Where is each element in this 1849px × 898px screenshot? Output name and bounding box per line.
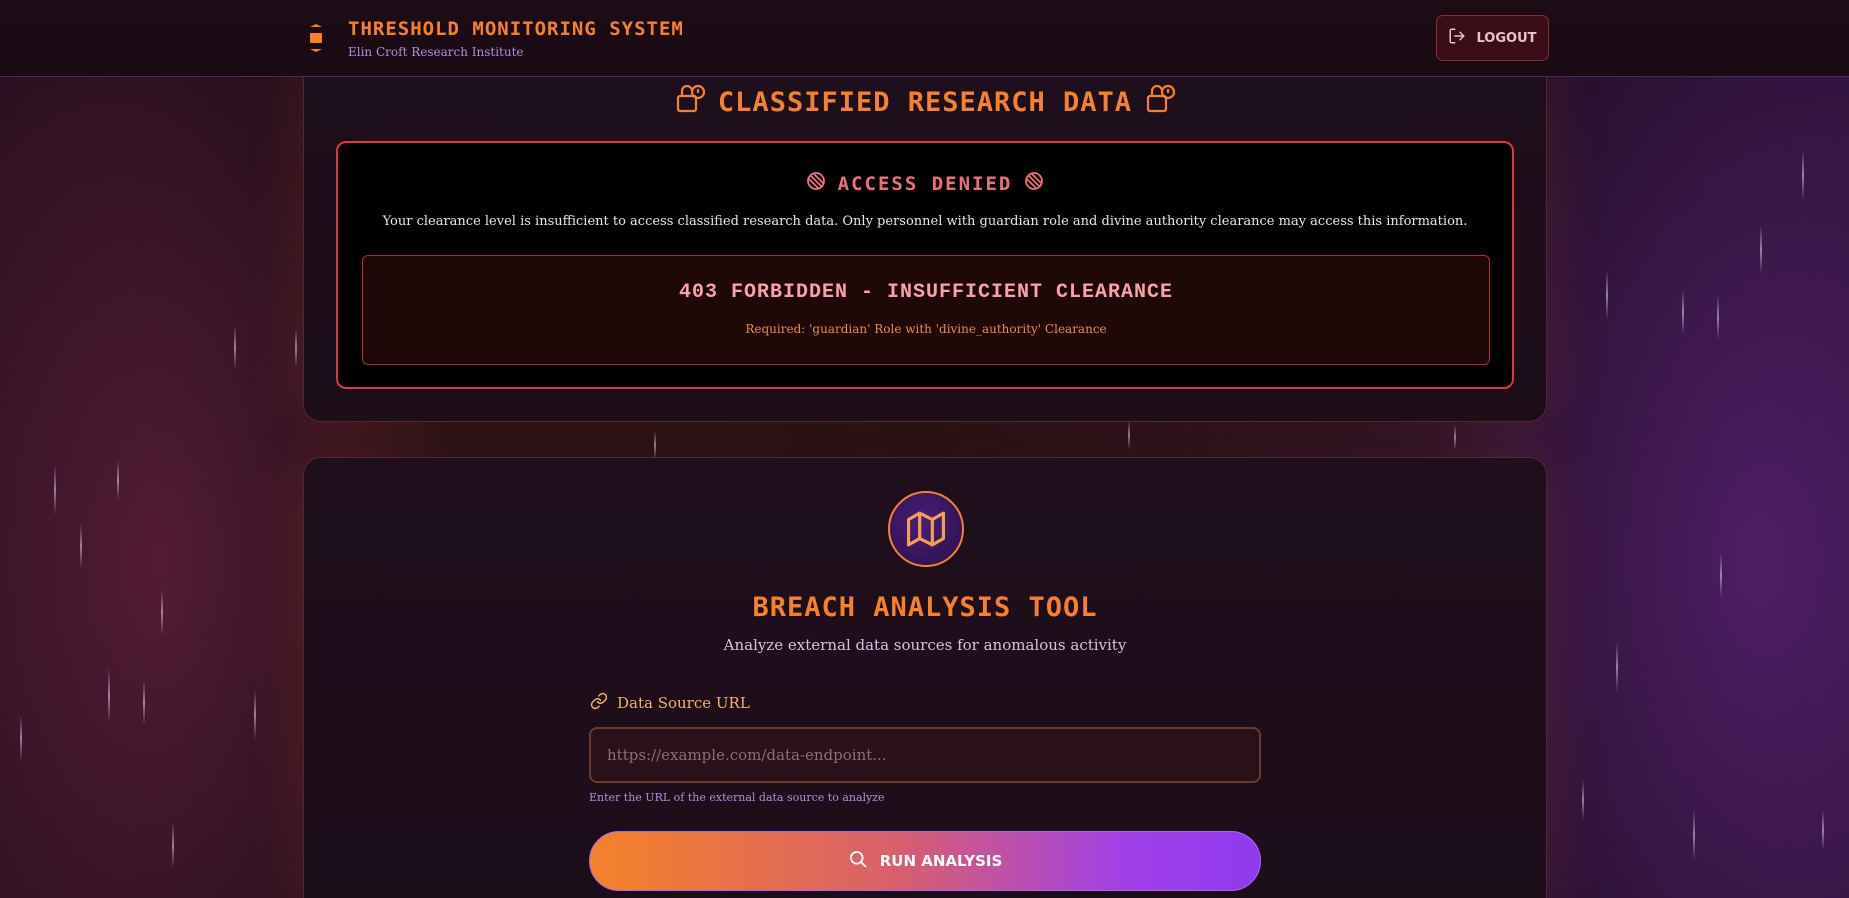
error-panel: 403 FORBIDDEN - INSUFFICIENT CLEARANCE R… bbox=[362, 255, 1490, 365]
data-source-label-text: Data Source URL bbox=[617, 694, 750, 712]
data-source-url-input[interactable] bbox=[589, 727, 1261, 783]
app-subtitle: Elin Croft Research Institute bbox=[348, 45, 524, 59]
logout-button[interactable]: Logout bbox=[1436, 15, 1549, 61]
link-icon bbox=[590, 692, 608, 714]
access-denied-text: Access Denied bbox=[837, 172, 1013, 195]
breach-analysis-card: Breach Analysis Tool Analyze external da… bbox=[303, 457, 1547, 898]
logout-label: Logout bbox=[1476, 30, 1537, 46]
lock-icon bbox=[674, 83, 706, 122]
search-icon bbox=[848, 849, 868, 873]
access-denied-panel: Access Denied Your clearance level is in… bbox=[336, 141, 1514, 389]
hourglass-icon bbox=[309, 24, 323, 52]
lock-icon bbox=[1144, 83, 1176, 122]
prohibited-icon bbox=[806, 171, 826, 196]
classified-title: Classified Research Data bbox=[304, 83, 1546, 122]
top-header: Threshold Monitoring System Elin Croft R… bbox=[0, 0, 1849, 77]
map-icon bbox=[888, 491, 964, 567]
tool-title: Breach Analysis Tool bbox=[752, 592, 1098, 623]
classified-data-card: Classified Research Data Access Denied bbox=[303, 40, 1547, 422]
run-analysis-label: Run Analysis bbox=[879, 852, 1003, 870]
error-code: 403 FORBIDDEN - INSUFFICIENT CLEARANCE bbox=[678, 281, 1174, 304]
classified-title-text: Classified Research Data bbox=[717, 87, 1133, 118]
access-denied-title: Access Denied bbox=[338, 171, 1512, 196]
data-source-label: Data Source URL bbox=[590, 692, 750, 714]
run-analysis-button[interactable]: Run Analysis bbox=[589, 831, 1261, 891]
logout-icon bbox=[1448, 27, 1466, 49]
app-title: Threshold Monitoring System bbox=[348, 18, 684, 40]
clearance-requirement: Required: 'guardian' Role with 'divine_a… bbox=[745, 322, 1107, 336]
prohibited-icon bbox=[1024, 171, 1044, 196]
data-source-hint: Enter the URL of the external data sourc… bbox=[589, 791, 885, 804]
tool-subtitle: Analyze external data sources for anomal… bbox=[723, 636, 1127, 654]
access-denied-message: Your clearance level is insufficient to … bbox=[382, 214, 1468, 229]
